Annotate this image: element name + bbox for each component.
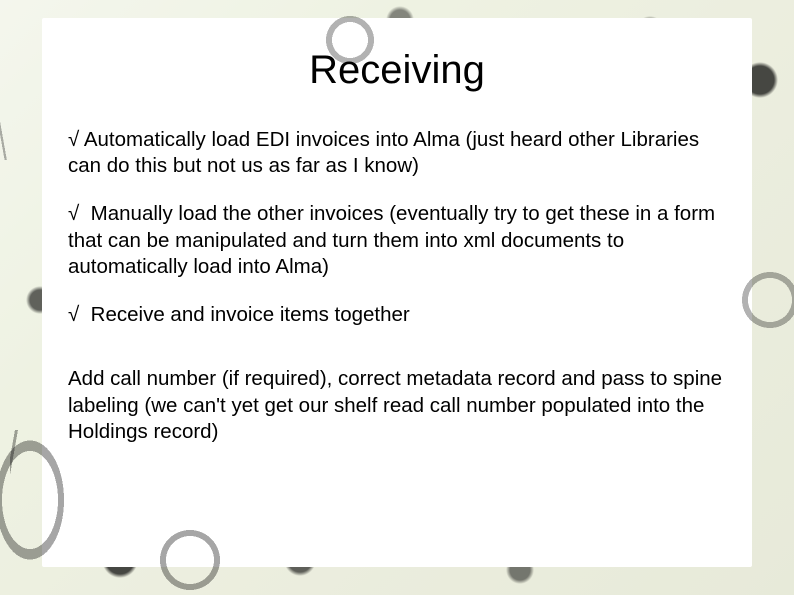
bullet-text: Receive and invoice items together bbox=[91, 303, 410, 326]
bullet-manual-invoices: √ Manually load the other invoices (even… bbox=[66, 201, 728, 280]
check-icon: √ bbox=[68, 303, 79, 326]
bullet-edi-invoices: √ Automatically load EDI invoices into A… bbox=[66, 127, 728, 179]
bullet-text: Automatically load EDI invoices into Alm… bbox=[68, 128, 699, 177]
bullet-text: Add call number (if required), correct m… bbox=[68, 367, 722, 442]
check-icon: √ bbox=[68, 128, 79, 151]
slide-title: Receiving bbox=[66, 48, 728, 93]
check-icon: √ bbox=[68, 202, 79, 225]
bullet-call-number: Add call number (if required), correct m… bbox=[66, 366, 728, 445]
slide-card: Receiving √ Automatically load EDI invoi… bbox=[42, 18, 752, 567]
bullet-text: Manually load the other invoices (eventu… bbox=[68, 202, 715, 277]
bullet-receive-invoice-together: √ Receive and invoice items together bbox=[66, 302, 728, 328]
decorative-letter-background: Receiving √ Automatically load EDI invoi… bbox=[0, 0, 794, 595]
